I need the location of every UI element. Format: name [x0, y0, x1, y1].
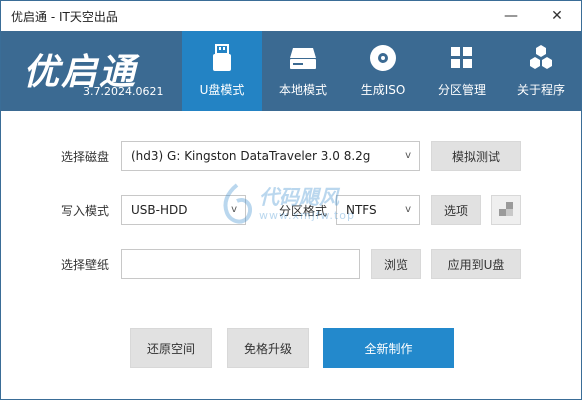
tab-label: U盘模式	[199, 83, 245, 97]
close-icon: ✕	[551, 8, 563, 24]
restore-space-button[interactable]: 还原空间	[130, 328, 212, 368]
disk-select[interactable]: (hd3) G: Kingston DataTraveler 3.0 8.2g …	[121, 141, 420, 171]
tab-label: 本地模式	[278, 83, 327, 97]
partition-format-label: 分区格式	[279, 204, 328, 218]
write-mode-label: 写入模式	[61, 204, 110, 218]
free-upgrade-button[interactable]: 免格升级	[227, 328, 309, 368]
tab-usb-mode[interactable]: U盘模式	[182, 31, 262, 111]
partition-format-value: NTFS	[346, 203, 377, 217]
title-bar[interactable]: 优启通 - IT天空出品 — ✕	[1, 1, 581, 31]
simulate-test-button[interactable]: 模拟测试	[431, 141, 521, 171]
tab-about[interactable]: 关于程序	[501, 31, 581, 111]
tab-label: 分区管理	[437, 83, 486, 97]
disk-select-value: (hd3) G: Kingston DataTraveler 3.0 8.2g	[131, 149, 371, 163]
tab-label: 关于程序	[516, 83, 565, 97]
tab-label: 生成ISO	[360, 83, 406, 97]
partition-format-select[interactable]: NTFS v	[336, 195, 420, 225]
chevron-down-icon: v	[405, 150, 411, 161]
app-window: 优启通 - IT天空出品 — ✕ 优启通 3.7.2024.0621 U盘模式	[0, 0, 582, 400]
tab-local-mode[interactable]: 本地模式	[263, 31, 343, 111]
hard-disk-icon	[288, 43, 318, 73]
wallpaper-label: 选择壁纸	[61, 258, 110, 272]
wallpaper-input[interactable]	[121, 249, 360, 279]
chevron-down-icon: v	[405, 204, 411, 215]
header-bar: 优启通 3.7.2024.0621 U盘模式 本地模式 生成ISO 分区管理 关…	[1, 31, 581, 111]
partition-grid-icon	[447, 43, 477, 73]
tab-partition-manage[interactable]: 分区管理	[422, 31, 502, 111]
pixel-grid-icon	[499, 201, 513, 219]
tab-generate-iso[interactable]: 生成ISO	[343, 31, 423, 111]
write-mode-select[interactable]: USB-HDD v	[121, 195, 246, 225]
usb-drive-icon	[207, 43, 237, 73]
disc-icon	[368, 43, 398, 73]
extra-settings-button[interactable]	[491, 195, 521, 225]
browse-button[interactable]: 浏览	[371, 249, 421, 279]
options-button[interactable]: 选项	[431, 195, 481, 225]
hexagon-cluster-icon	[526, 43, 556, 73]
apply-to-usb-button[interactable]: 应用到U盘	[431, 249, 521, 279]
disk-label: 选择磁盘	[61, 150, 110, 164]
write-mode-value: USB-HDD	[131, 203, 188, 217]
minimize-icon: —	[504, 8, 518, 24]
window-title: 优启通 - IT天空出品	[11, 10, 118, 24]
minimize-button[interactable]: —	[491, 1, 531, 31]
close-button[interactable]: ✕	[537, 1, 577, 31]
chevron-down-icon: v	[231, 204, 237, 215]
full-create-button[interactable]: 全新制作	[323, 328, 454, 368]
version-label: 3.7.2024.0621	[83, 85, 164, 98]
